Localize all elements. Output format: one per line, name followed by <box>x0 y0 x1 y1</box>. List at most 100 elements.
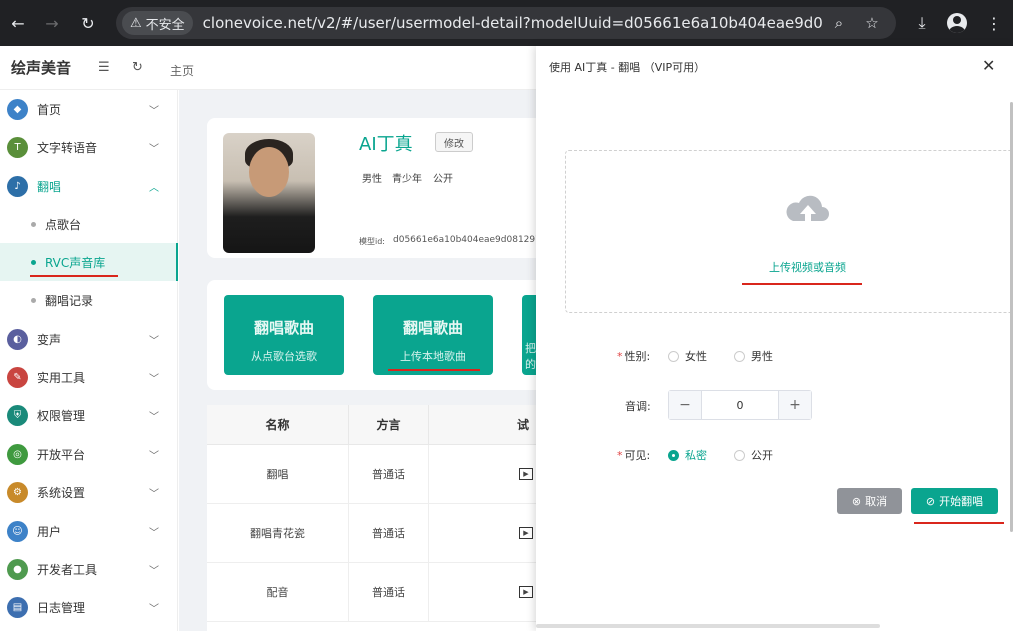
model-name: AI丁真 <box>359 134 413 155</box>
tag-visibility: 公开 <box>433 174 453 185</box>
sidebar-item-permissions[interactable]: ⛨ 权限管理 ﹀ <box>0 396 178 434</box>
sidebar-item-label: 翻唱 <box>37 179 62 194</box>
chevron-down-icon: ﹀ <box>149 335 159 347</box>
action-button-partial[interactable]: 把 的 <box>522 295 536 375</box>
security-chip[interactable]: ⚠ 不安全 <box>122 11 193 35</box>
drawer-title: 使用 AI丁真 - 翻唱 （VIP可用） <box>549 61 706 74</box>
sidebar-item-logs[interactable]: ▤ 日志管理 ﹀ <box>0 588 178 626</box>
play-icon[interactable]: ▶ <box>519 468 533 480</box>
diamond-icon: ◆ <box>7 98 28 120</box>
cover-from-library-button[interactable]: 翻唱歌曲 从点歌台选歌 <box>224 295 344 375</box>
topbar: 绘声美音 ☰ ↻ 主页 <box>0 46 536 90</box>
upload-dropzone[interactable]: 上传视频或音频 <box>565 150 1013 313</box>
sidebar-item-cover[interactable]: ♪ 翻唱 ︿ <box>0 167 178 205</box>
tag-age: 青少年 <box>392 174 422 185</box>
sidebar-item-label: 系统设置 <box>37 485 86 500</box>
profile-card: AI丁真 修改 男性 青少年 公开 模型id: d05661e6a10b404e… <box>207 118 536 258</box>
model-id-label: 模型id: <box>359 237 385 246</box>
sidebar-item-users[interactable]: ☺ 用户 ﹀ <box>0 512 178 550</box>
action-subtitle: 上传本地歌曲 <box>400 350 466 363</box>
action-subtitle: 把 <box>525 342 536 355</box>
visibility-label: * 可见: <box>617 449 651 462</box>
close-icon[interactable]: ✕ <box>982 56 995 75</box>
visibility-radio-private[interactable]: 私密 <box>668 447 707 463</box>
cancel-button[interactable]: ⊗ 取消 <box>837 488 902 514</box>
url-text[interactable]: clonevoice.net/v2/#/user/usermodel-detai… <box>203 14 823 32</box>
more-menu-icon[interactable]: ⋮ <box>980 9 1008 37</box>
table-cell: 翻唱青花瓷 <box>207 504 349 563</box>
check-circle-icon: ⊘ <box>925 494 936 508</box>
sidebar-item-tools[interactable]: ✎ 实用工具 ﹀ <box>0 358 178 396</box>
sidebar-item-label: 变声 <box>37 332 62 347</box>
sidebar-subitem-cover-records[interactable]: 翻唱记录 <box>0 281 178 319</box>
pitch-stepper[interactable]: − 0 + <box>668 390 812 420</box>
edit-button[interactable]: 修改 <box>435 132 473 152</box>
back-icon[interactable]: ← <box>4 9 32 37</box>
pitch-value[interactable]: 0 <box>701 391 779 419</box>
cover-drawer: 使用 AI丁真 - 翻唱 （VIP可用） ✕ 上传视频或音频 * 性别: 女性 男… <box>536 46 1013 631</box>
warning-icon: ⚠ <box>130 15 142 31</box>
gender-radio-male[interactable]: 男性 <box>734 348 773 364</box>
shield-icon: ⛨ <box>7 404 28 426</box>
menu-fold-icon[interactable]: ☰ <box>98 60 110 75</box>
refresh-icon[interactable]: ↻ <box>132 60 143 75</box>
profile-icon[interactable] <box>943 9 971 37</box>
forward-icon[interactable]: → <box>38 9 66 37</box>
sidebar-item-open-platform[interactable]: ◎ 开放平台 ﹀ <box>0 435 178 473</box>
table-cell: ▶ <box>429 445 536 504</box>
tag-gender: 男性 <box>362 174 382 185</box>
sidebar-item-dev-tools[interactable]: ● 开发者工具 ﹀ <box>0 550 178 588</box>
column-header-dialect: 方言 <box>349 405 429 445</box>
horizontal-scrollbar[interactable] <box>536 624 880 628</box>
sidebar-item-home[interactable]: ◆ 首页 ﹀ <box>0 90 178 128</box>
table-cell: ▶ <box>429 504 536 563</box>
chevron-down-icon: ﹀ <box>149 603 159 615</box>
minus-icon[interactable]: − <box>669 391 701 419</box>
table-cell: 普通话 <box>349 445 429 504</box>
cover-upload-local-button[interactable]: 翻唱歌曲 上传本地歌曲 <box>373 295 493 375</box>
address-bar[interactable]: ⚠ 不安全 clonevoice.net/v2/#/user/usermodel… <box>116 7 896 39</box>
zoom-icon[interactable]: ⌕ <box>828 12 850 34</box>
sidebar-item-voice-change[interactable]: ◐ 变声 ﹀ <box>0 320 178 358</box>
sidebar-item-label: 文字转语音 <box>37 140 98 155</box>
bookmark-star-icon[interactable]: ☆ <box>861 12 883 34</box>
annotation-underline <box>914 522 1004 524</box>
chevron-down-icon: ﹀ <box>149 105 159 117</box>
annotation-underline <box>30 275 118 277</box>
chevron-down-icon: ﹀ <box>149 450 159 462</box>
sidebar-subitem-label: 点歌台 <box>45 218 82 232</box>
bullet-icon <box>31 260 36 265</box>
main-content: AI丁真 修改 男性 青少年 公开 模型id: d05661e6a10b404e… <box>179 90 536 631</box>
sidebar-item-settings[interactable]: ⚙ 系统设置 ﹀ <box>0 473 178 511</box>
sidebar-item-label: 首页 <box>37 102 62 117</box>
sidebar-subitem-song-station[interactable]: 点歌台 <box>0 205 178 243</box>
plus-icon[interactable]: + <box>779 391 811 419</box>
reload-icon[interactable]: ↻ <box>74 9 102 37</box>
start-cover-button[interactable]: ⊘ 开始翻唱 <box>911 488 998 514</box>
action-subtitle: 从点歌台选歌 <box>251 350 317 363</box>
target-icon: ◎ <box>7 443 28 465</box>
chevron-down-icon: ﹀ <box>149 565 159 577</box>
browser-toolbar: ← → ↻ ⚠ 不安全 clonevoice.net/v2/#/user/use… <box>0 0 1013 46</box>
download-icon[interactable]: ⤓ <box>908 9 936 37</box>
sidebar-item-label: 开放平台 <box>37 447 86 462</box>
column-header-preview: 试 <box>429 405 536 445</box>
sidebar-item-tts[interactable]: T 文字转语音 ﹀ <box>0 128 178 166</box>
annotation-underline <box>742 283 862 285</box>
voice-change-icon: ◐ <box>7 328 28 350</box>
visibility-radio-public[interactable]: 公开 <box>734 447 773 463</box>
tab-home[interactable]: 主页 <box>170 62 194 79</box>
chevron-down-icon: ﹀ <box>149 488 159 500</box>
action-title: 翻唱歌曲 <box>253 319 314 337</box>
play-icon[interactable]: ▶ <box>519 586 533 598</box>
chevron-down-icon: ﹀ <box>149 527 159 539</box>
chevron-down-icon: ﹀ <box>149 373 159 385</box>
column-header-name: 名称 <box>207 405 349 445</box>
model-avatar <box>223 133 315 253</box>
gender-radio-female[interactable]: 女性 <box>668 348 707 364</box>
sidebar-item-label: 实用工具 <box>37 370 86 385</box>
action-subtitle: 的 <box>525 358 536 371</box>
sidebar: ◆ 首页 ﹀ T 文字转语音 ﹀ ♪ 翻唱 ︿ 点歌台 RVC声音库 翻唱记录 … <box>0 90 178 631</box>
play-icon[interactable]: ▶ <box>519 527 533 539</box>
upload-label[interactable]: 上传视频或音频 <box>769 259 846 275</box>
